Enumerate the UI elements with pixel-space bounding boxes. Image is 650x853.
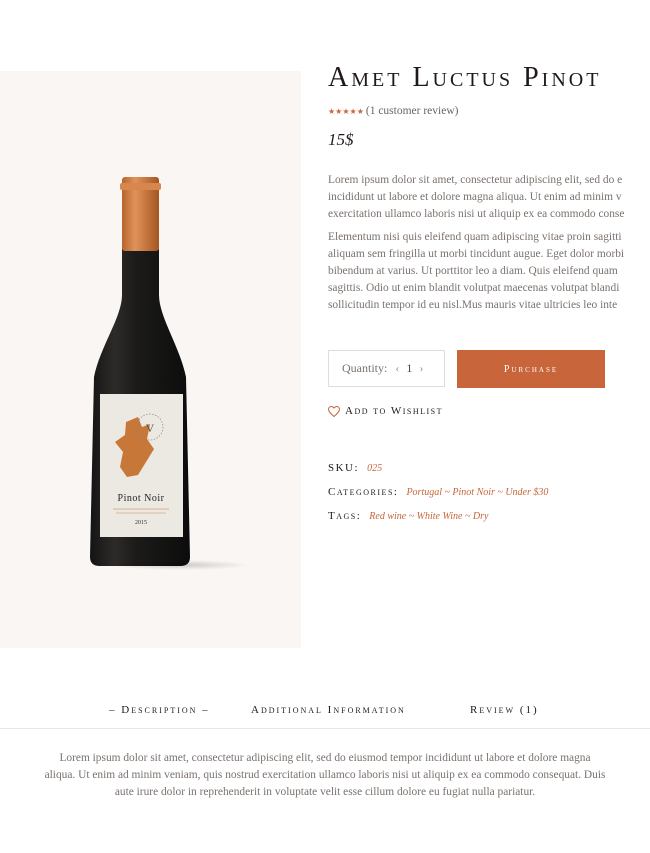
description-line: bibendum at varius. Ut porttitor leo a d…	[328, 265, 618, 277]
categories-label: Categories:	[328, 486, 399, 498]
review-count-link[interactable]: (1 customer review)	[366, 105, 459, 117]
tab-description-content: Lorem ipsum dolor sit amet, consectetur …	[0, 750, 650, 801]
description-line: aliquam sem fringilla ut morbi tincidunt…	[328, 248, 625, 260]
tags-label: Tags:	[328, 510, 362, 522]
bottle-shadow	[110, 560, 250, 570]
sku-value: 025	[367, 463, 383, 474]
product-rating[interactable]: ★★★★★ (1 customer review)	[328, 105, 458, 117]
description-line: sollicitudin tempor id eu nisl.Mus mauri…	[328, 299, 618, 311]
product-short-description-2: Elementum nisi quis eleifend quam adipis…	[328, 229, 650, 314]
description-line: Lorem ipsum dolor sit amet, consectetur …	[328, 174, 623, 186]
wishlist-label: Add to Wishlist	[345, 405, 443, 417]
bottle-illustration: V Pinot Noir 2015	[90, 177, 190, 566]
description-line: sagittis. Odio ut enim blandit volutpat …	[328, 282, 620, 294]
purchase-button[interactable]: Purchase	[457, 350, 605, 388]
product-tabs: – Description – Additional Information R…	[0, 704, 650, 724]
quantity-label: Quantity:	[342, 361, 388, 375]
description-line: incididunt ut labore et dolore magna ali…	[328, 191, 622, 203]
tags-links[interactable]: Red wine ~ White Wine ~ Dry	[369, 511, 488, 522]
sku-label: SKU:	[328, 462, 360, 474]
label-year-text: 2015	[135, 520, 147, 526]
description-line: aute irure dolor in reprehenderit in vol…	[114, 786, 536, 798]
svg-text:V: V	[146, 421, 155, 435]
heart-icon	[328, 405, 340, 417]
tab-review[interactable]: Review (1)	[470, 704, 539, 716]
description-line: aliqua. Ut enim ad minim veniam, quis no…	[44, 769, 606, 781]
product-tags: Tags: Red wine ~ White Wine ~ Dry	[328, 510, 488, 522]
product-price: 15$	[328, 130, 354, 149]
tab-description[interactable]: – Description –	[109, 704, 210, 716]
tabs-divider	[0, 728, 650, 729]
quantity-stepper[interactable]: Quantity: ‹ 1 ›	[328, 350, 445, 387]
product-sku: SKU: 025	[328, 462, 382, 474]
label-name-text: Pinot Noir	[118, 493, 165, 504]
categories-links[interactable]: Portugal ~ Pinot Noir ~ Under $30	[406, 487, 548, 498]
product-categories: Categories: Portugal ~ Pinot Noir ~ Unde…	[328, 486, 548, 498]
description-line: Lorem ipsum dolor sit amet, consectetur …	[59, 752, 591, 764]
chevron-right-icon[interactable]: ›	[419, 361, 423, 376]
star-icon: ★★★★★	[328, 106, 364, 116]
add-to-wishlist-link[interactable]: Add to Wishlist	[328, 405, 443, 417]
chevron-left-icon[interactable]: ‹	[395, 361, 399, 376]
tab-additional-information[interactable]: Additional Information	[251, 704, 406, 716]
wine-bottle-image: V Pinot Noir 2015	[80, 177, 250, 572]
product-title: Amet Luctus Pinot	[328, 62, 602, 93]
description-line: Elementum nisi quis eleifend quam adipis…	[328, 231, 622, 243]
product-short-description-1: Lorem ipsum dolor sit amet, consectetur …	[328, 172, 650, 223]
quantity-input[interactable]: 1	[406, 361, 412, 376]
product-image-panel[interactable]: V Pinot Noir 2015	[0, 71, 301, 648]
description-line: exercitation ullamco laboris nisi ut ali…	[328, 208, 625, 220]
